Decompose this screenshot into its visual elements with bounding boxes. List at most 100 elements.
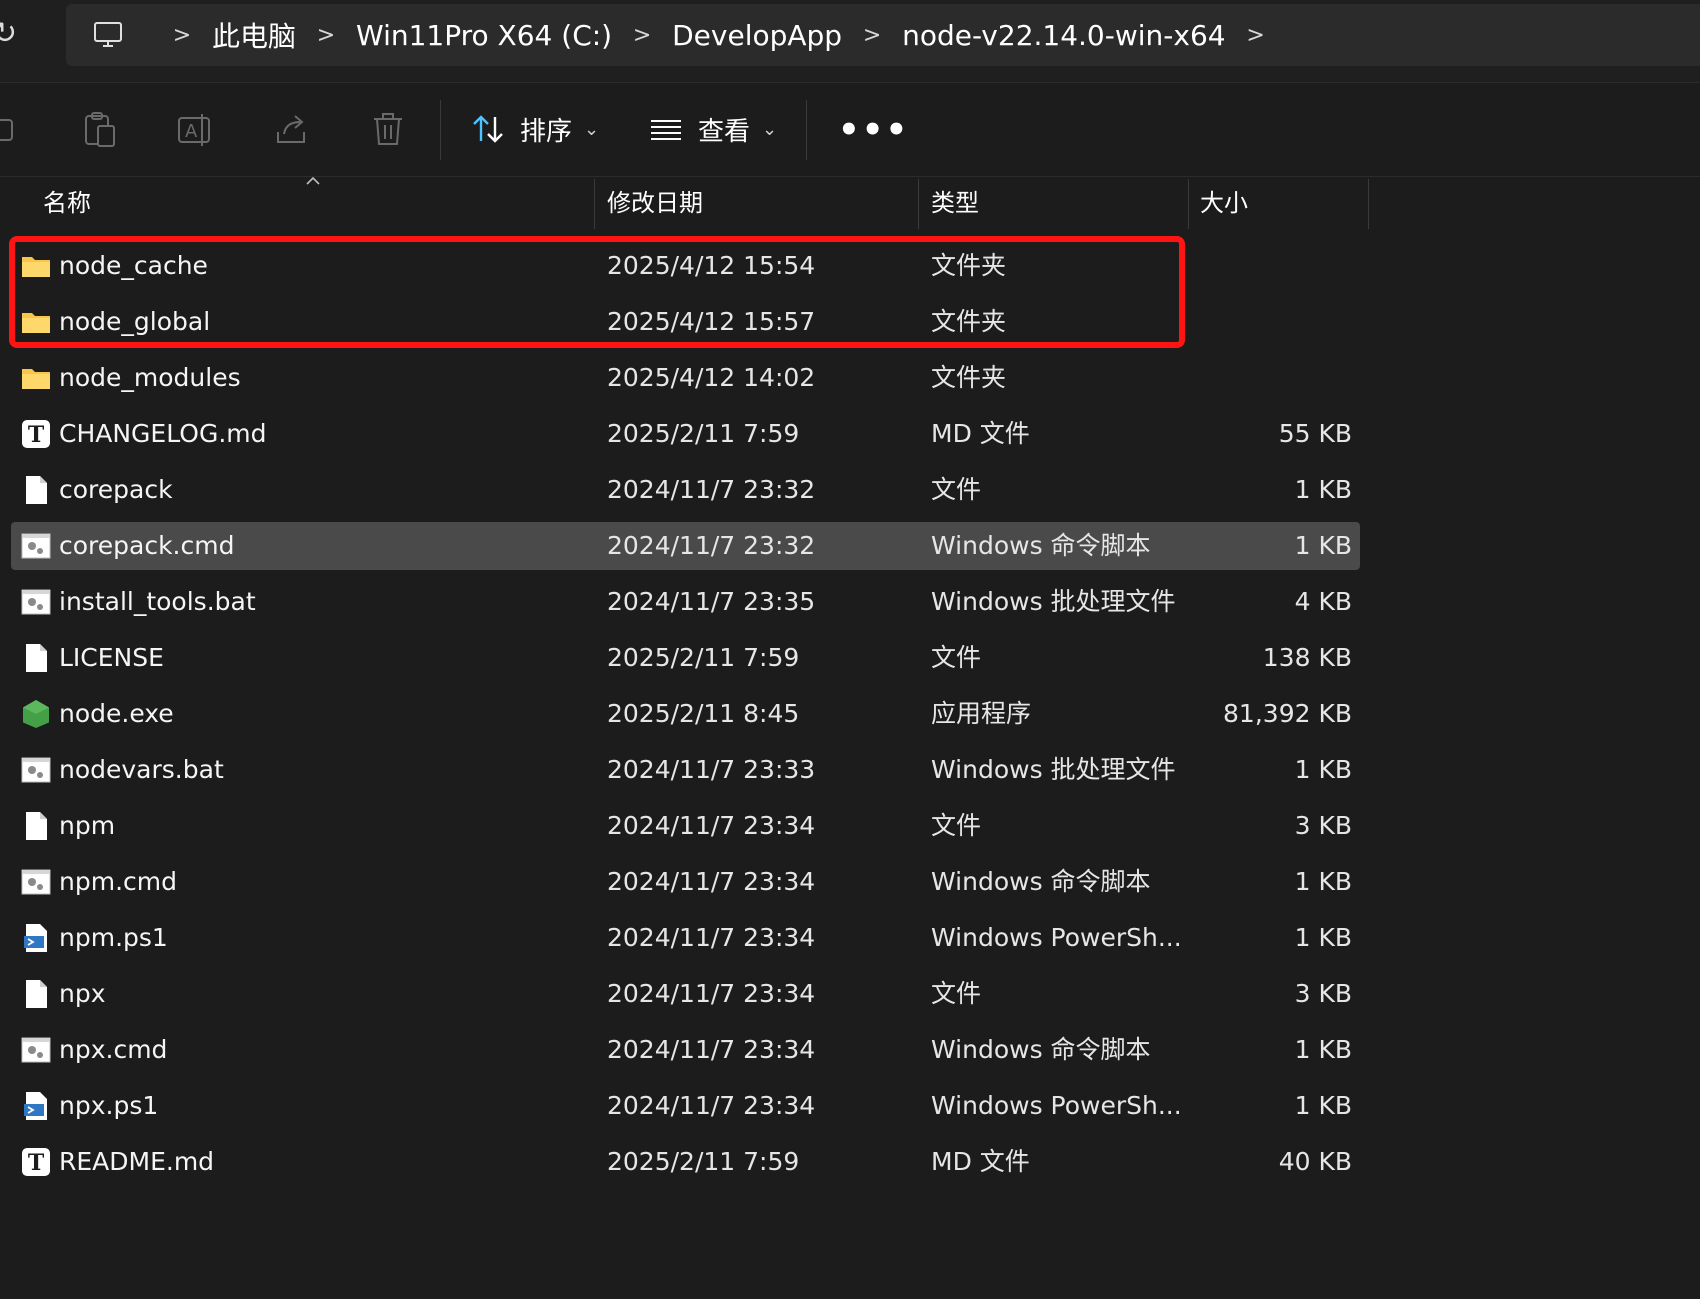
file-size: 4 KB xyxy=(1294,587,1352,616)
file-name: LICENSE xyxy=(59,643,164,672)
file-type: 文件 xyxy=(931,475,982,504)
file-row[interactable]: T README.md 2025/2/11 7:59 MD 文件 40 KB xyxy=(0,1134,1700,1190)
file-row[interactable]: npx.cmd 2024/11/7 23:34 Windows 命令脚本 1 KB xyxy=(0,1022,1700,1078)
file-icon xyxy=(20,642,52,674)
paste-icon[interactable] xyxy=(80,110,120,150)
chevron-right-icon[interactable]: > xyxy=(612,23,672,48)
file-date: 2024/11/7 23:32 xyxy=(607,531,816,560)
file-type: Windows PowerSh... xyxy=(931,923,1182,952)
powershell-file-icon xyxy=(20,922,52,954)
file-size: 1 KB xyxy=(1294,923,1352,952)
file-row[interactable]: node_modules 2025/4/12 14:02 文件夹 xyxy=(0,350,1700,406)
file-name: node_global xyxy=(59,307,211,336)
file-row[interactable]: npm.cmd 2024/11/7 23:34 Windows 命令脚本 1 KB xyxy=(0,854,1700,910)
file-name: node_modules xyxy=(59,363,241,392)
file-type: 文件 xyxy=(931,979,982,1008)
chevron-right-icon[interactable]: > xyxy=(1226,23,1286,48)
column-resize-handle[interactable] xyxy=(594,179,595,229)
file-type: Windows 命令脚本 xyxy=(931,531,1151,560)
file-date: 2024/11/7 23:33 xyxy=(607,755,816,784)
copy-icon[interactable] xyxy=(0,110,34,150)
file-row[interactable]: nodevars.bat 2024/11/7 23:33 Windows 批处理文件… xyxy=(0,742,1700,798)
column-header-name[interactable]: 名称 xyxy=(43,177,91,229)
rename-icon[interactable]: A xyxy=(176,110,216,150)
computer-icon[interactable] xyxy=(92,19,124,51)
view-button[interactable]: 查看 ⌄ xyxy=(648,104,777,154)
file-name: npx.ps1 xyxy=(59,1091,159,1120)
file-date: 2024/11/7 23:34 xyxy=(607,811,816,840)
file-name: npx xyxy=(59,979,106,1008)
file-row[interactable]: node.exe 2025/2/11 8:45 应用程序 81,392 KB xyxy=(0,686,1700,742)
file-list: node_cache 2025/4/12 15:54 文件夹 node_global 2… xyxy=(0,238,1700,1190)
breadcrumb-item-developapp[interactable]: DevelopApp xyxy=(672,19,842,52)
column-header-type[interactable]: 类型 xyxy=(931,177,979,229)
file-size: 55 KB xyxy=(1278,419,1352,448)
file-date: 2024/11/7 23:34 xyxy=(607,1035,816,1064)
share-icon[interactable] xyxy=(272,110,312,150)
chevron-right-icon[interactable]: > xyxy=(296,23,356,48)
file-date: 2025/4/12 15:57 xyxy=(607,307,816,336)
toolbar-divider xyxy=(806,100,807,160)
file-row[interactable]: npm 2024/11/7 23:34 文件 3 KB xyxy=(0,798,1700,854)
column-header-date[interactable]: 修改日期 xyxy=(607,177,703,229)
sort-icon xyxy=(473,115,503,143)
file-row[interactable]: npx.ps1 2024/11/7 23:34 Windows PowerSh...… xyxy=(0,1078,1700,1134)
file-type: Windows 命令脚本 xyxy=(931,867,1151,896)
refresh-icon[interactable]: ↻ xyxy=(0,16,22,52)
view-icon xyxy=(651,120,681,140)
file-row[interactable]: node_global 2025/4/12 15:57 文件夹 xyxy=(0,294,1700,350)
file-size: 3 KB xyxy=(1294,979,1352,1008)
folder-icon xyxy=(20,306,52,338)
file-size: 1 KB xyxy=(1294,1091,1352,1120)
sort-ascending-icon xyxy=(306,176,320,185)
script-file-icon xyxy=(20,1034,52,1066)
file-row[interactable]: node_cache 2025/4/12 15:54 文件夹 xyxy=(0,238,1700,294)
breadcrumb-item-drive[interactable]: Win11Pro X64 (C:) xyxy=(356,19,612,52)
file-row[interactable]: install_tools.bat 2024/11/7 23:35 Windows … xyxy=(0,574,1700,630)
column-header: 名称 修改日期 类型 大小 xyxy=(0,176,1700,229)
script-file-icon xyxy=(20,866,52,898)
sort-label: 排序 xyxy=(520,116,573,147)
node-exe-icon xyxy=(20,698,52,730)
svg-text:A: A xyxy=(185,121,198,142)
breadcrumb-item-node-folder[interactable]: node-v22.14.0-win-x64 xyxy=(902,19,1226,52)
file-row[interactable]: T CHANGELOG.md 2025/2/11 7:59 MD 文件 55 KB xyxy=(0,406,1700,462)
chevron-right-icon[interactable]: > xyxy=(152,23,212,48)
folder-icon xyxy=(20,250,52,282)
file-name: npx.cmd xyxy=(59,1035,168,1064)
file-date: 2025/2/11 8:45 xyxy=(607,699,800,728)
breadcrumb-item-this-pc[interactable]: 此电脑 xyxy=(212,15,296,55)
column-header-size[interactable]: 大小 xyxy=(1200,177,1248,229)
file-date: 2025/4/12 15:54 xyxy=(607,251,816,280)
file-name: npm.ps1 xyxy=(59,923,168,952)
file-row[interactable]: npm.ps1 2024/11/7 23:34 Windows PowerSh...… xyxy=(0,910,1700,966)
file-size: 81,392 KB xyxy=(1223,699,1352,728)
chevron-right-icon[interactable]: > xyxy=(842,23,902,48)
file-date: 2025/2/11 7:59 xyxy=(607,643,800,672)
file-row[interactable]: npx 2024/11/7 23:34 文件 3 KB xyxy=(0,966,1700,1022)
column-resize-handle[interactable] xyxy=(1188,179,1189,229)
file-size: 1 KB xyxy=(1294,867,1352,896)
column-resize-handle[interactable] xyxy=(918,179,919,229)
file-row[interactable]: corepack 2024/11/7 23:32 文件 1 KB xyxy=(0,462,1700,518)
svg-text:T: T xyxy=(28,422,45,448)
file-type: 文件夹 xyxy=(931,307,1007,336)
toolbar-divider xyxy=(440,100,441,160)
file-row[interactable]: LICENSE 2025/2/11 7:59 文件 138 KB xyxy=(0,630,1700,686)
file-type: 文件 xyxy=(931,643,982,672)
markdown-file-icon: T xyxy=(20,1146,52,1178)
file-type: 文件夹 xyxy=(931,363,1007,392)
more-options-button[interactable]: ••• xyxy=(838,110,909,150)
breadcrumb[interactable]: > 此电脑 > Win11Pro X64 (C:) > DevelopApp >… xyxy=(66,4,1700,66)
sort-button[interactable]: 排序 ⌄ xyxy=(470,104,599,154)
divider xyxy=(0,82,1700,83)
file-name: README.md xyxy=(59,1147,215,1176)
file-row[interactable]: corepack.cmd 2024/11/7 23:32 Windows 命令脚本 1… xyxy=(0,518,1700,574)
delete-icon[interactable] xyxy=(368,110,408,150)
file-date: 2024/11/7 23:34 xyxy=(607,923,816,952)
file-date: 2024/11/7 23:34 xyxy=(607,979,816,1008)
column-resize-handle[interactable] xyxy=(1368,179,1369,229)
file-name: install_tools.bat xyxy=(59,587,256,616)
file-date: 2025/2/11 7:59 xyxy=(607,1147,800,1176)
file-name: corepack.cmd xyxy=(59,531,235,560)
